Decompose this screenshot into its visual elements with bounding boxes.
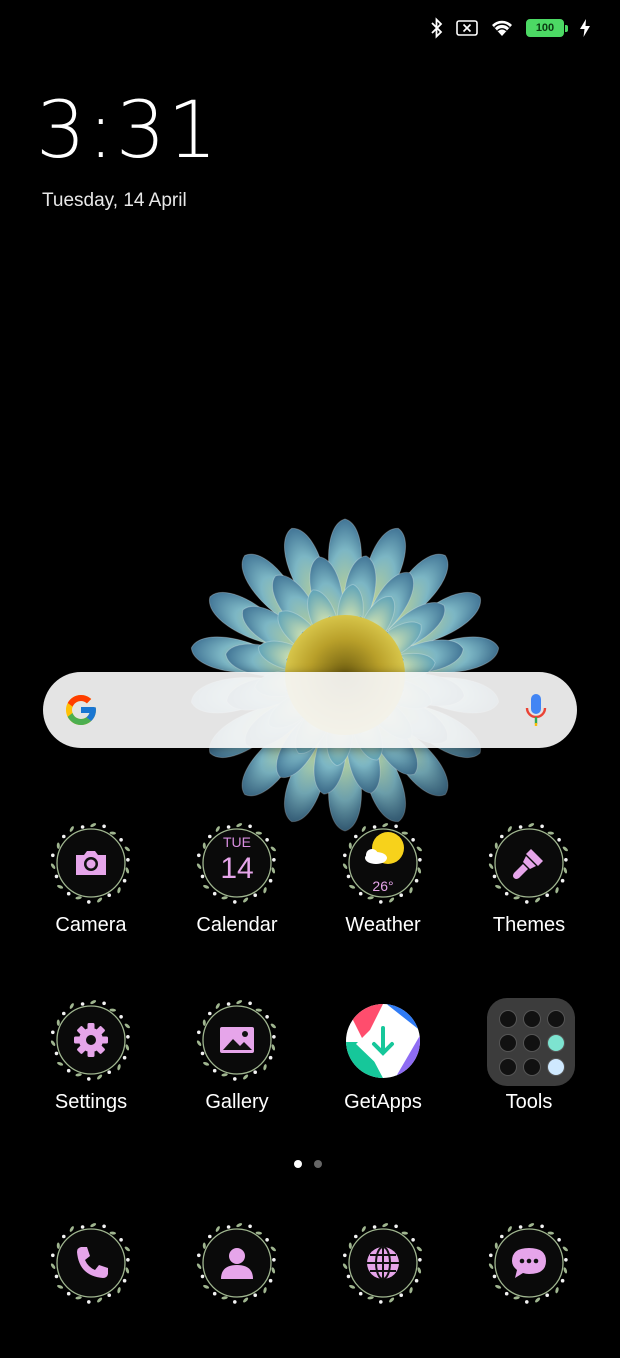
bluetooth-icon — [431, 17, 443, 39]
image-icon — [220, 1027, 254, 1053]
clock-time[interactable]: 3:31 — [36, 92, 219, 170]
google-g-icon[interactable] — [63, 692, 99, 728]
dock-browser[interactable] — [313, 1218, 453, 1358]
app-themes[interactable]: Themes — [459, 818, 599, 958]
phone-icon — [77, 1247, 108, 1278]
microphone-icon[interactable] — [525, 692, 547, 728]
calendar-weekday: TUE — [223, 834, 251, 850]
folder-icon — [487, 998, 575, 1086]
battery-level: 100 — [526, 19, 564, 37]
app-label: Tools — [505, 1091, 553, 1113]
wifi-icon — [492, 20, 512, 36]
page-indicator[interactable] — [294, 1160, 322, 1168]
camera-icon — [76, 851, 106, 875]
app-label: Calendar — [196, 914, 278, 936]
app-label: Weather — [345, 914, 421, 936]
messages-icon — [512, 1248, 546, 1278]
battery-icon: 100 — [526, 19, 568, 37]
app-calendar[interactable]: TUE 14 Calendar — [167, 818, 307, 958]
calendar-date: 14 — [220, 852, 254, 885]
getapps-icon — [346, 1004, 420, 1078]
google-search-bar[interactable] — [43, 672, 577, 748]
app-label: Camera — [55, 914, 127, 936]
weather-temperature: 26° — [372, 878, 394, 894]
app-label: GetApps — [344, 1091, 422, 1113]
status-bar: 100 — [430, 14, 590, 42]
browser-globe-icon — [367, 1246, 399, 1280]
app-label: Themes — [492, 914, 566, 936]
app-settings[interactable]: Settings — [21, 995, 161, 1135]
folder-tools[interactable]: Tools — [459, 995, 599, 1135]
dock-phone[interactable] — [21, 1218, 161, 1358]
no-sim-icon — [456, 20, 478, 36]
gear-icon — [74, 1023, 108, 1057]
app-camera[interactable]: Camera — [21, 818, 161, 958]
contacts-icon — [221, 1248, 253, 1279]
app-gallery[interactable]: Gallery — [167, 995, 307, 1135]
dock-messages[interactable] — [459, 1218, 599, 1358]
paintbrush-icon — [513, 849, 543, 879]
page-dot-active — [294, 1160, 302, 1168]
app-weather[interactable]: 26° Weather — [313, 818, 453, 958]
clock-date[interactable]: Tuesday, 14 April — [42, 190, 187, 212]
app-label: Gallery — [205, 1091, 269, 1113]
page-dot — [314, 1160, 322, 1168]
app-label: Settings — [54, 1091, 128, 1113]
dock-contacts[interactable] — [167, 1218, 307, 1358]
sun-cloud-icon — [365, 832, 404, 864]
charging-icon — [580, 19, 590, 37]
app-getapps[interactable]: GetApps — [313, 995, 453, 1135]
